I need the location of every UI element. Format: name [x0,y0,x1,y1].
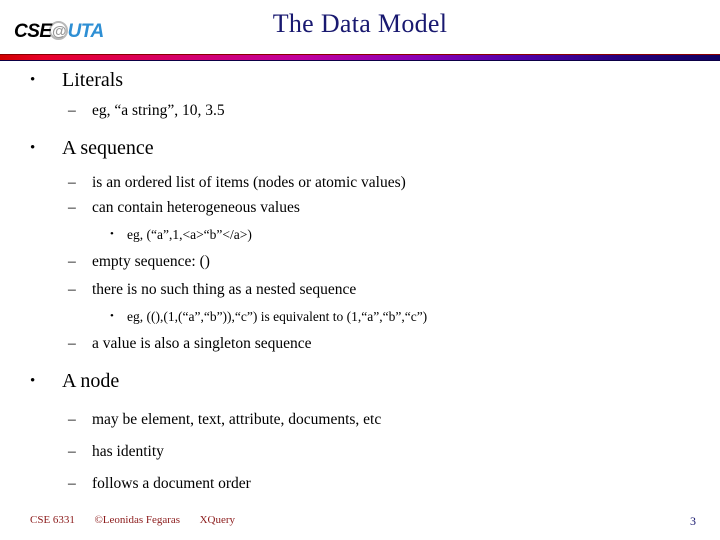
bullet-marker: – [68,335,76,352]
slide: CSE @ UTA The Data Model • Literals – eg… [0,0,720,540]
slide-content: • Literals – eg, “a string”, 10, 3.5 • A… [0,66,720,501]
bullet-level1: • A node [30,367,720,396]
bullet-text: is an ordered list of items (nodes or at… [92,174,406,191]
bullet-level2: – follows a document order [68,471,720,496]
bullet-level2: – eg, “a string”, 10, 3.5 [68,98,720,123]
logo-text-cse: CSE [14,20,52,42]
bullet-marker: • [30,140,36,156]
bullet-level2: – a value is also a singleton sequence [68,331,720,356]
page-number: 3 [690,514,696,528]
bullet-text: there is no such thing as a nested seque… [92,281,357,298]
bullet-marker: – [68,199,76,216]
bullet-marker: – [68,281,76,298]
bullet-marker: • [110,228,114,240]
bullet-text: has identity [92,443,164,460]
bullet-level2: – there is no such thing as a nested seq… [68,277,720,302]
footer-copyright: ©Leonidas Fegaras [94,514,181,526]
bullet-marker: – [68,475,76,492]
bullet-level2: – empty sequence: () [68,249,720,274]
page-title: The Data Model [272,9,448,38]
logo-text-uta: UTA [67,20,105,42]
bullet-text: A sequence [62,137,154,159]
bullet-level1: • Literals [30,66,720,95]
bullet-text: follows a document order [92,475,251,492]
bullet-marker: – [68,411,76,428]
footer-topic: XQuery [199,514,236,526]
bullet-level2: – can contain heterogeneous values [68,195,720,220]
bullet-text: empty sequence: () [92,253,210,270]
bullet-marker: – [68,443,76,460]
bullet-level1: • A sequence [30,134,720,163]
bullet-level3: • eg, ((),(1,(“a”,“b”)),“c”) is equivale… [110,305,720,328]
bullet-marker: • [30,72,36,88]
bullet-text: eg, ((),(1,(“a”,“b”)),“c”) is equivalent… [127,309,428,324]
bullet-marker: – [68,102,76,119]
bullet-text: may be element, text, attribute, documen… [92,411,382,428]
bullet-level2: – may be element, text, attribute, docum… [68,407,720,432]
bullet-marker: • [30,373,36,389]
bullet-marker: – [68,253,76,270]
bullet-text: eg, “a string”, 10, 3.5 [92,102,225,119]
slide-footer: CSE 6331 ©Leonidas Fegaras XQuery 3 [0,514,720,534]
cse-uta-logo: CSE @ UTA [14,18,104,44]
bullet-text: eg, (“a”,1,<a>“b”</a>) [127,227,252,242]
bullet-text: can contain heterogeneous values [92,199,300,216]
header-gradient-divider [0,54,720,61]
bullet-marker: • [110,310,114,322]
bullet-text: Literals [62,69,124,91]
bullet-text: A node [62,370,120,392]
at-glyph: @ [52,22,67,40]
bullet-level2: – has identity [68,439,720,464]
slide-header: CSE @ UTA The Data Model [0,0,720,61]
footer-course: CSE 6331 [30,514,75,526]
bullet-text: a value is also a singleton sequence [92,335,312,352]
bullet-marker: – [68,174,76,191]
bullet-level2: – is an ordered list of items (nodes or … [68,170,720,195]
bullet-level3: • eg, (“a”,1,<a>“b”</a>) [110,223,720,246]
footer-credits: CSE 6331 ©Leonidas Fegaras XQuery [30,514,235,526]
